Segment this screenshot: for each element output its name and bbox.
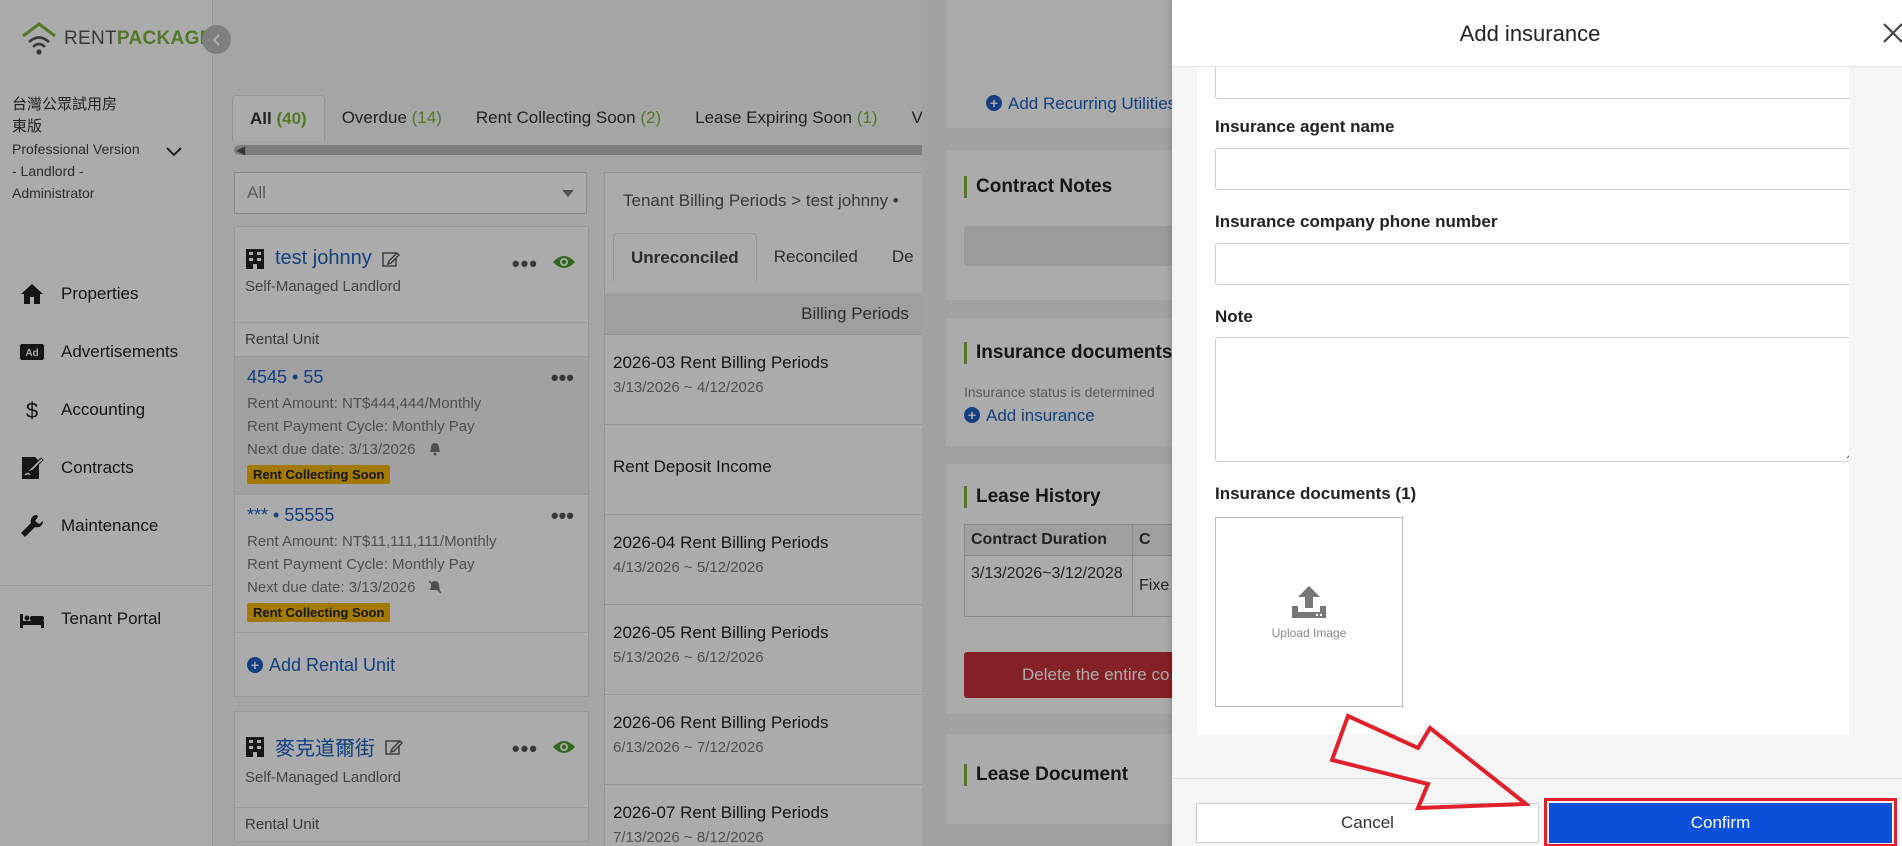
confirm-button[interactable]: Confirm xyxy=(1549,803,1892,843)
add-insurance-modal: Add insurance Insurance agent name Insur… xyxy=(1172,0,1902,846)
annotation-arrow xyxy=(1330,713,1530,811)
agent-name-input[interactable] xyxy=(1215,148,1849,190)
resize-grip-icon[interactable] xyxy=(1845,449,1849,459)
drawer-backdrop[interactable] xyxy=(922,0,1172,846)
upload-image-label: Upload Image xyxy=(1271,626,1347,640)
modal-form: Insurance agent name Insurance company p… xyxy=(1197,67,1849,735)
documents-label: Insurance documents (1) xyxy=(1215,484,1417,503)
upload-image-dropzone[interactable]: Upload Image xyxy=(1215,517,1403,707)
upload-icon xyxy=(1292,586,1326,618)
close-icon[interactable] xyxy=(1880,20,1902,46)
overlay-backdrop[interactable] xyxy=(0,0,922,846)
modal-footer: Cancel Confirm xyxy=(1172,778,1902,846)
previous-field-input[interactable] xyxy=(1215,67,1849,99)
company-phone-label: Insurance company phone number xyxy=(1215,212,1498,231)
note-textarea[interactable] xyxy=(1215,337,1849,462)
modal-title: Add insurance xyxy=(1459,21,1601,46)
note-label: Note xyxy=(1215,307,1253,326)
agent-name-label: Insurance agent name xyxy=(1215,117,1395,136)
company-phone-input[interactable] xyxy=(1215,243,1849,285)
modal-header: Add insurance xyxy=(1172,0,1902,67)
